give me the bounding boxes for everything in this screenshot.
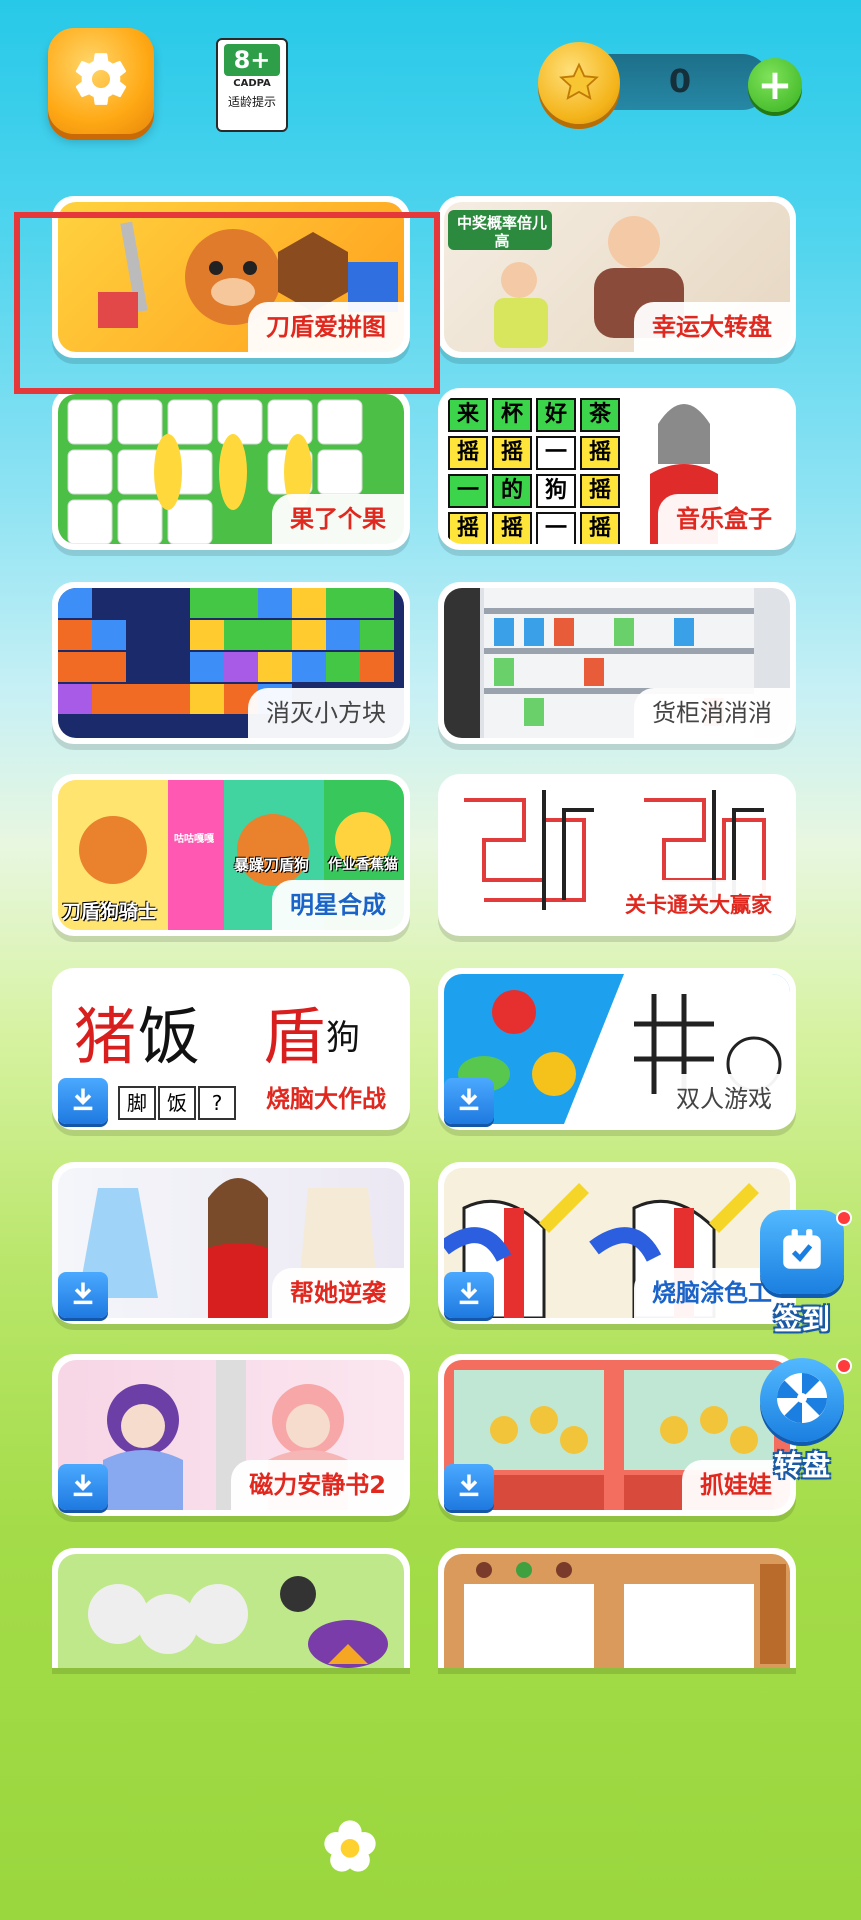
download-icon (69, 1471, 97, 1503)
checkin-label: 签到 (773, 1303, 830, 1336)
star-pet-label: 暴躁刀盾狗 (234, 856, 310, 874)
checkin-button[interactable] (760, 1210, 844, 1294)
download-icon (455, 1279, 483, 1311)
game-thumbnail (444, 1554, 790, 1668)
brain-char: 饭 (138, 1000, 201, 1073)
game-thumbnail (58, 1554, 404, 1668)
notification-dot (836, 1358, 852, 1374)
game-card[interactable]: 消灭小方块 (52, 582, 410, 744)
coin-icon (538, 42, 620, 124)
game-title: 双人游戏 (658, 1074, 790, 1124)
game-card[interactable]: 中奖概率倍儿高 幸运大转盘 (438, 196, 796, 358)
game-card[interactable]: 烧脑涂色工 (438, 1162, 796, 1324)
wheel-button[interactable] (760, 1358, 844, 1442)
game-title: 帮她逆袭 (272, 1268, 404, 1318)
star-pet-label: 作业香蕉猫 (328, 857, 398, 873)
plus-icon: + (757, 60, 793, 109)
game-card[interactable]: 果了个果 (52, 388, 410, 550)
gear-icon (70, 48, 132, 114)
download-icon (69, 1085, 97, 1117)
game-card[interactable]: 磁力安静书2 (52, 1354, 410, 1516)
add-coins-button[interactable]: + (748, 58, 802, 112)
game-title: 磁力安静书2 (231, 1460, 404, 1510)
download-button[interactable] (58, 1272, 108, 1318)
brain-char: 狗 (326, 1018, 360, 1058)
age-tip: 适龄提示 (227, 95, 276, 109)
game-title: 关卡通关大赢家 (607, 880, 790, 930)
game-title: 明星合成 (272, 880, 404, 930)
game-card[interactable]: 货柜消消消 (438, 582, 796, 744)
notification-dot (836, 1210, 852, 1226)
download-button[interactable] (444, 1078, 494, 1124)
brain-row: 脚 (118, 1086, 156, 1120)
game-card[interactable]: 关卡通关大赢家 (438, 774, 796, 936)
game-card[interactable]: 帮她逆袭 (52, 1162, 410, 1324)
flower-icon (322, 1818, 378, 1874)
game-card[interactable] (52, 1548, 410, 1668)
game-title: 幸运大转盘 (634, 302, 790, 352)
download-icon (455, 1085, 483, 1117)
brain-row: ? (198, 1086, 236, 1120)
game-card[interactable]: 双人游戏 (438, 968, 796, 1130)
game-title: 烧脑大作战 (248, 1074, 404, 1124)
top-bar: 8+ CADPA 适龄提示 0 + (0, 0, 861, 150)
game-title: 消灭小方块 (248, 688, 404, 738)
age-org: CADPA (233, 78, 271, 89)
calendar-icon (777, 1225, 827, 1279)
star-pet-label: 刀盾狗骑士 (62, 901, 158, 923)
download-button[interactable] (444, 1272, 494, 1318)
spin-wheel-icon (772, 1368, 832, 1432)
coin-count: 0 (668, 62, 692, 100)
download-icon (69, 1279, 97, 1311)
download-button[interactable] (58, 1078, 108, 1124)
age-rating: 8+ (224, 44, 280, 76)
game-card[interactable]: 刀盾狗骑士 暴躁刀盾狗 作业香蕉猫 咕咕嘎嘎 明星合成 (52, 774, 410, 936)
game-title: 货柜消消消 (634, 688, 790, 738)
brain-char: 猪 (74, 1000, 137, 1073)
brain-row: 饭 (158, 1086, 196, 1120)
wheel-label: 转盘 (773, 1449, 830, 1482)
star-pet-label: 咕咕嘎嘎 (174, 834, 214, 845)
slot-tag: 中奖概率倍儿高 (456, 214, 547, 250)
brain-char: 盾 (263, 1000, 326, 1073)
settings-button[interactable] (48, 28, 154, 134)
game-card[interactable]: 猪 饭 盾 狗 脚 饭 ? 烧脑大作战 (52, 968, 410, 1130)
age-rating-badge: 8+ CADPA 适龄提示 (216, 38, 288, 132)
game-card[interactable]: 来 杯 好 茶 摇 摇 一 摇 一 的 狗 摇 摇 摇 一 摇 音乐盒子 (438, 388, 796, 550)
game-card[interactable]: 抓娃娃 (438, 1354, 796, 1516)
selection-highlight (14, 212, 440, 394)
game-card[interactable] (438, 1548, 796, 1668)
game-title: 果了个果 (272, 494, 404, 544)
download-button[interactable] (58, 1464, 108, 1510)
download-button[interactable] (444, 1464, 494, 1510)
game-title: 音乐盒子 (658, 494, 790, 544)
download-icon (455, 1471, 483, 1503)
